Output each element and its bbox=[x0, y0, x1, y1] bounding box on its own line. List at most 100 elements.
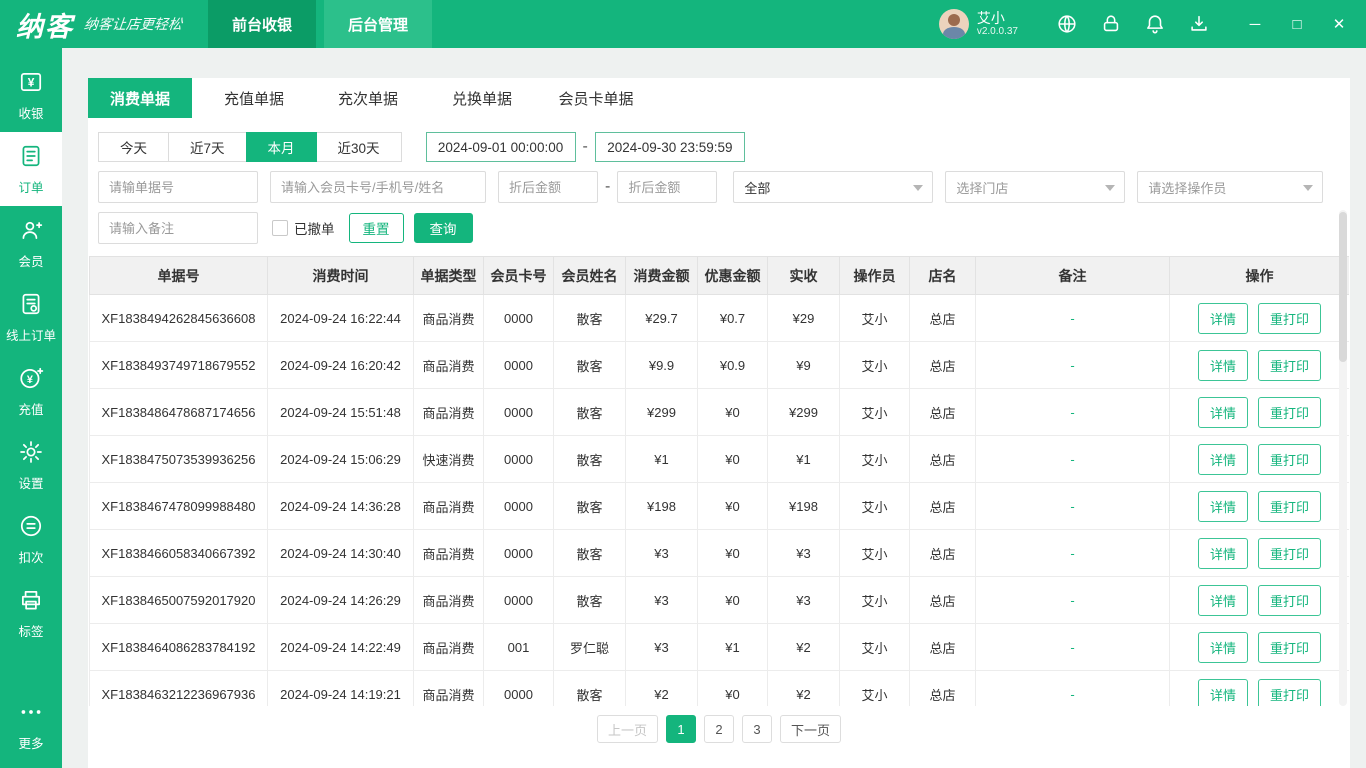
tab-recharge-orders[interactable]: 充值单据 bbox=[202, 78, 306, 118]
main-area: 消费单据 充值单据 充次单据 兑换单据 会员卡单据 今天 近7天 本月 近30天… bbox=[62, 48, 1366, 768]
reprint-button[interactable]: 重打印 bbox=[1258, 584, 1322, 616]
reprint-button[interactable]: 重打印 bbox=[1258, 349, 1322, 381]
table-cell: ¥3 bbox=[625, 529, 698, 577]
table-cell: XF1838464086283784192 bbox=[89, 623, 268, 671]
maximize-button[interactable]: □ bbox=[1288, 16, 1306, 33]
cancelled-checkbox[interactable] bbox=[272, 220, 288, 236]
table-cell: 散客 bbox=[553, 529, 626, 577]
detail-button[interactable]: 详情 bbox=[1197, 631, 1248, 663]
tab-times-orders[interactable]: 充次单据 bbox=[316, 78, 420, 118]
lock-icon[interactable] bbox=[1100, 13, 1122, 35]
sidebar-item-more[interactable]: 更多 bbox=[0, 688, 62, 762]
nav-tab-backstage[interactable]: 后台管理 bbox=[324, 0, 433, 48]
sidebar-item-online-orders[interactable]: 线上订单 bbox=[0, 280, 62, 354]
table-cell: - bbox=[975, 435, 1170, 483]
operator-select[interactable]: 请选择操作员 bbox=[1137, 171, 1324, 203]
reprint-button[interactable]: 重打印 bbox=[1258, 490, 1322, 522]
table-cell: 总店 bbox=[909, 341, 976, 389]
next-page-button[interactable]: 下一页 bbox=[780, 715, 842, 743]
reprint-button[interactable]: 重打印 bbox=[1258, 537, 1322, 569]
table-cell: XF1838467478099988480 bbox=[89, 482, 268, 530]
reprint-button[interactable]: 重打印 bbox=[1258, 678, 1322, 706]
download-icon[interactable] bbox=[1188, 13, 1210, 35]
table-cell: - bbox=[975, 670, 1170, 706]
content-card: 消费单据 充值单据 充次单据 兑换单据 会员卡单据 今天 近7天 本月 近30天… bbox=[88, 78, 1350, 768]
bell-icon[interactable] bbox=[1144, 13, 1166, 35]
tab-exchange-orders[interactable]: 兑换单据 bbox=[430, 78, 534, 118]
table-cell: 散客 bbox=[553, 576, 626, 624]
table-cell: - bbox=[975, 529, 1170, 577]
table-cell: 快速消费 bbox=[413, 435, 484, 483]
table-cell: 0000 bbox=[483, 576, 554, 624]
reprint-button[interactable]: 重打印 bbox=[1258, 631, 1322, 663]
user-info[interactable]: 艾小 v2.0.0.37 bbox=[938, 9, 1018, 39]
reprint-button[interactable]: 重打印 bbox=[1258, 443, 1322, 475]
detail-button[interactable]: 详情 bbox=[1197, 678, 1248, 706]
table-row: XF1838465007592017920 2024-09-24 14:26:29… bbox=[89, 576, 1349, 624]
page-button-1[interactable]: 1 bbox=[666, 715, 696, 743]
sidebar-item-settings[interactable]: 设置 bbox=[0, 428, 62, 502]
table-cell: ¥29.7 bbox=[625, 294, 698, 342]
table-cell: ¥198 bbox=[625, 482, 698, 530]
table-cell: 0000 bbox=[483, 294, 554, 342]
store-select[interactable]: 选择门店 bbox=[945, 171, 1126, 203]
sidebar-item-cashier[interactable]: ¥ 收银 bbox=[0, 58, 62, 132]
type-select[interactable]: 全部 bbox=[733, 171, 934, 203]
chevron-down-icon bbox=[1303, 185, 1314, 191]
table-cell: ¥299 bbox=[625, 388, 698, 436]
page-button-2[interactable]: 2 bbox=[704, 715, 734, 743]
sidebar-item-recharge[interactable]: ¥ 充值 bbox=[0, 354, 62, 428]
table-cell: ¥0 bbox=[697, 529, 768, 577]
search-button[interactable]: 查询 bbox=[413, 213, 473, 243]
range-this-month-button[interactable]: 本月 bbox=[245, 132, 317, 162]
sidebar-item-labels[interactable]: 标签 bbox=[0, 576, 62, 650]
detail-button[interactable]: 详情 bbox=[1197, 302, 1248, 334]
nav-tab-front-cashier[interactable]: 前台收银 bbox=[208, 0, 317, 48]
table-cell: XF1838486478687174656 bbox=[89, 388, 268, 436]
orders-table-wrap: 单据号 消费时间 单据类型 会员卡号 会员姓名 消费金额 优惠金额 实收 操作员 店名 备注 操作 X… bbox=[89, 256, 1349, 706]
detail-button[interactable]: 详情 bbox=[1197, 349, 1248, 381]
detail-button[interactable]: 详情 bbox=[1197, 537, 1248, 569]
table-cell: - bbox=[975, 341, 1170, 389]
table-cell: - bbox=[975, 576, 1170, 624]
column-header: 消费时间 bbox=[267, 256, 414, 295]
column-header: 优惠金额 bbox=[697, 256, 768, 295]
remark-input[interactable] bbox=[98, 212, 258, 244]
detail-button[interactable]: 详情 bbox=[1197, 443, 1248, 475]
sidebar-item-deduct[interactable]: 扣次 bbox=[0, 502, 62, 576]
reprint-button[interactable]: 重打印 bbox=[1258, 396, 1322, 428]
avatar[interactable] bbox=[938, 9, 969, 39]
range-today-button[interactable]: 今天 bbox=[98, 132, 169, 162]
minimize-button[interactable]: ─ bbox=[1246, 16, 1264, 33]
order-no-input[interactable] bbox=[98, 171, 258, 203]
member-search-input[interactable] bbox=[270, 171, 486, 203]
table-cell: 散客 bbox=[553, 388, 626, 436]
date-to-input[interactable] bbox=[594, 132, 745, 162]
sidebar-item-orders[interactable]: 订单 bbox=[0, 132, 62, 206]
tab-consume-orders[interactable]: 消费单据 bbox=[88, 78, 192, 118]
amount-min-input[interactable] bbox=[498, 171, 598, 203]
range-30days-button[interactable]: 近30天 bbox=[315, 132, 402, 162]
detail-button[interactable]: 详情 bbox=[1197, 490, 1248, 522]
table-cell: ¥9 bbox=[767, 341, 840, 389]
table-cell: 0000 bbox=[483, 529, 554, 577]
detail-button[interactable]: 详情 bbox=[1197, 584, 1248, 616]
topbar: 纳客 纳客让店更轻松 前台收银 后台管理 艾小 v2.0.0.37 ─ □ ✕ bbox=[0, 0, 1366, 48]
range-7days-button[interactable]: 近7天 bbox=[168, 132, 247, 162]
cancelled-checkbox-label: 已撤单 bbox=[294, 222, 335, 237]
amount-max-input[interactable] bbox=[617, 171, 718, 203]
sidebar-item-members[interactable]: 会员 bbox=[0, 206, 62, 280]
date-from-input[interactable] bbox=[425, 132, 576, 162]
scrollbar-thumb[interactable] bbox=[1339, 212, 1347, 362]
remote-assist-icon[interactable] bbox=[1056, 13, 1078, 35]
amount-separator: - bbox=[605, 178, 611, 195]
scrollbar[interactable] bbox=[1339, 210, 1347, 706]
page-button-3[interactable]: 3 bbox=[742, 715, 772, 743]
reprint-button[interactable]: 重打印 bbox=[1258, 302, 1322, 334]
tab-membercard-orders[interactable]: 会员卡单据 bbox=[544, 78, 648, 118]
app-slogan: 纳客让店更轻松 bbox=[83, 17, 183, 33]
prev-page-button[interactable]: 上一页 bbox=[596, 715, 658, 743]
close-button[interactable]: ✕ bbox=[1330, 15, 1348, 33]
detail-button[interactable]: 详情 bbox=[1197, 396, 1248, 428]
reset-button[interactable]: 重置 bbox=[348, 213, 404, 243]
